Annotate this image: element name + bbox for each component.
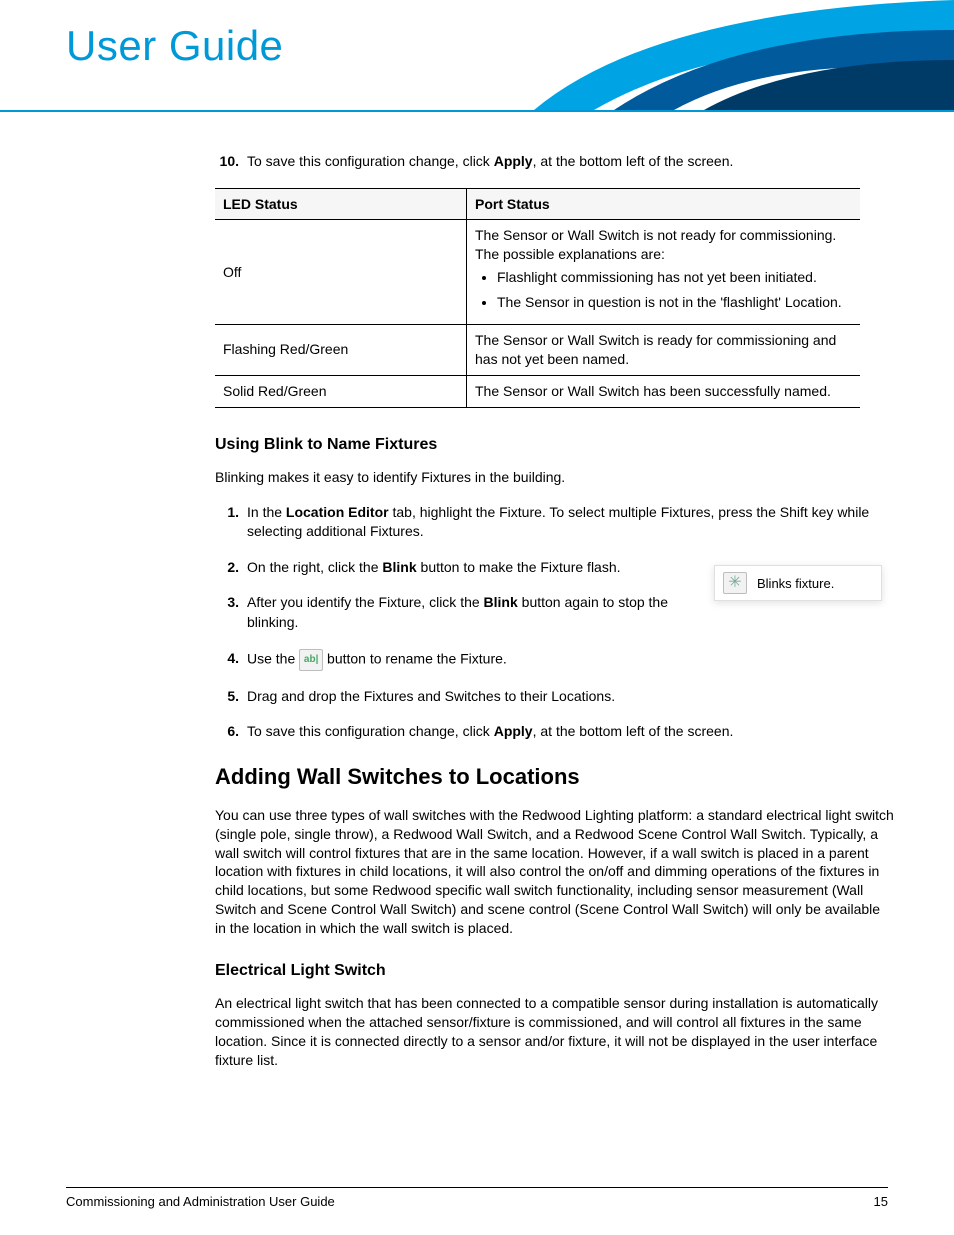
step-6: 6. To save this configuration change, cl… <box>215 722 894 742</box>
cell-led: Off <box>215 220 467 325</box>
step-text: After you identify the Fixture, click th… <box>247 593 719 632</box>
header-title: User Guide <box>66 22 283 70</box>
list-item: Flashlight commissioning has not yet bee… <box>497 268 852 287</box>
intro-step-10: 10. To save this configuration change, c… <box>215 152 894 172</box>
step-1: 1. In the Location Editor tab, highlight… <box>215 503 894 542</box>
step-number: 1. <box>215 503 239 542</box>
section-blink-title: Using Blink to Name Fixtures <box>215 436 894 454</box>
cell-port: The Sensor or Wall Switch has been succe… <box>467 375 861 407</box>
step-5: 5. Drag and drop the Fixtures and Switch… <box>215 687 894 707</box>
th-led-status: LED Status <box>215 188 467 220</box>
cell-port: The Sensor or Wall Switch is not ready f… <box>467 220 861 325</box>
section-electrical-switch-body: An electrical light switch that has been… <box>215 994 894 1070</box>
led-status-table: LED Status Port Status Off The Sensor or… <box>215 188 860 408</box>
step-number: 3. <box>215 593 239 632</box>
step-4: 4. Use the ab| button to rename the Fixt… <box>215 649 894 671</box>
step-number: 2. <box>215 558 239 578</box>
step-number: 4. <box>215 649 239 671</box>
rename-icon: ab| <box>304 653 318 667</box>
table-header-row: LED Status Port Status <box>215 188 860 220</box>
th-port-status: Port Status <box>467 188 861 220</box>
blink-callout: ✳ Blinks fixture. <box>714 565 882 601</box>
cell-port: The Sensor or Wall Switch is ready for c… <box>467 325 861 376</box>
section-blink-intro: Blinking makes it easy to identify Fixtu… <box>215 468 894 487</box>
asterisk-icon: ✳ <box>728 575 741 591</box>
port-bullet-list: Flashlight commissioning has not yet bee… <box>475 268 852 312</box>
callout-text: Blinks fixture. <box>757 576 834 591</box>
header-swoosh-graphic <box>474 0 954 110</box>
cell-led: Solid Red/Green <box>215 375 467 407</box>
step-text: Use the ab| button to rename the Fixture… <box>247 649 894 671</box>
step-number: 5. <box>215 687 239 707</box>
table-row: Solid Red/Green The Sensor or Wall Switc… <box>215 375 860 407</box>
footer-title: Commissioning and Administration User Gu… <box>66 1194 335 1209</box>
step-text: In the Location Editor tab, highlight th… <box>247 503 894 542</box>
section-electrical-switch-title: Electrical Light Switch <box>215 962 894 980</box>
section-wall-switches-title: Adding Wall Switches to Locations <box>215 764 894 790</box>
step-text: To save this configuration change, click… <box>247 152 894 172</box>
cell-led: Flashing Red/Green <box>215 325 467 376</box>
section-wall-switches-body: You can use three types of wall switches… <box>215 806 894 938</box>
step-number: 6. <box>215 722 239 742</box>
page-footer: Commissioning and Administration User Gu… <box>66 1187 888 1209</box>
step-text: Drag and drop the Fixtures and Switches … <box>247 687 894 707</box>
table-row: Off The Sensor or Wall Switch is not rea… <box>215 220 860 325</box>
step-text: On the right, click the Blink button to … <box>247 558 719 578</box>
page-header: User Guide <box>0 0 954 112</box>
step-number: 10. <box>215 152 239 172</box>
footer-page-number: 15 <box>874 1194 888 1209</box>
list-item: The Sensor in question is not in the 'fl… <box>497 293 852 312</box>
step-text: To save this configuration change, click… <box>247 722 894 742</box>
table-row: Flashing Red/Green The Sensor or Wall Sw… <box>215 325 860 376</box>
blink-button-icon[interactable]: ✳ <box>723 572 747 594</box>
rename-button-icon[interactable]: ab| <box>299 649 323 671</box>
